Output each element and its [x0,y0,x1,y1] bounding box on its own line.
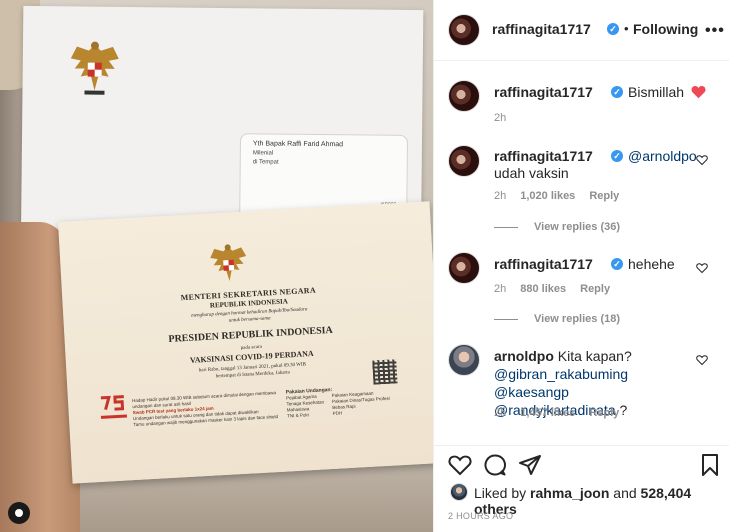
caption: raffinagita1717 [494,83,593,101]
card-dress-item: TNI & Polri [287,412,310,419]
view-replies-line [494,226,518,228]
verified-badge-icon: ✓ [607,23,619,35]
comment-mention[interactable]: @arnoldpo [628,147,697,165]
view-replies-label: View replies (36) [534,221,621,233]
comment-meta: 2h 1,457 likes Reply [494,407,633,419]
more-options-icon[interactable]: ••• [705,22,725,40]
comment-username: raffinagita1717 [494,255,593,273]
post-timestamp[interactable]: 2 HOURS AGO [448,511,513,521]
card-dress-col: Pakaian Keagamaan Pakaian Dinas/Tugas Pr… [332,390,391,417]
post-side-panel: raffinagita1717 ✓ • Following ••• raffin… [433,0,729,532]
save-bookmark-icon[interactable] [698,453,722,477]
comment-username-link[interactable]: raffinagita1717 [494,256,593,272]
liked-by-avatar[interactable] [450,483,468,501]
like-comment-heart-icon[interactable] [696,354,708,366]
envelope-line: di Tempat [252,159,279,166]
comment-likes[interactable]: 1,020 likes [520,190,575,202]
header-username[interactable]: raffinagita1717 [492,21,591,37]
comment-mention[interactable]: @kaesangp [494,384,569,400]
card-dress-col: Pejabat Agama Tenaga Kesehatan Mahasiswa… [286,393,325,419]
comment-text: hehehe [628,256,675,272]
reply-button[interactable]: Reply [580,283,610,295]
comment-username-link[interactable]: raffinagita1717 [494,148,593,164]
envelope-recipient: Yth Bapak Raffi Farid Ahmad [252,140,344,149]
like-heart-icon[interactable] [448,453,472,477]
comment-username: raffinagita1717 [494,147,593,165]
invitation-card: MENTERI SEKRETARIS NEGARA REPUBLIK INDON… [58,201,433,484]
post-header: raffinagita1717 ✓ • Following ••• [434,0,729,61]
caption-text: Bismillah [628,84,685,100]
comment-time: 2h [494,283,507,295]
caption-username[interactable]: raffinagita1717 [494,84,593,100]
post-actions: Liked by rahma_joon and 528,404 others 2… [434,445,729,532]
card-dress-code: Pakaian Undangan: Pejabat Agama Tenaga K… [286,383,407,420]
like-comment-heart-icon[interactable] [696,154,708,166]
comment-meta: 2h 1,020 likes Reply [494,190,633,202]
following-button[interactable]: Following [633,21,698,37]
garuda-emblem-icon [210,244,247,282]
reply-button[interactable]: Reply [589,190,619,202]
avatar[interactable] [448,344,480,376]
comment-bubble-icon[interactable] [483,453,507,477]
red-heart-emoji-icon [691,85,706,99]
like-comment-heart-icon[interactable] [696,262,708,274]
avatar[interactable] [448,252,480,284]
envelope-line: Milenial [252,150,274,157]
comment-username-link[interactable]: arnoldpo [494,348,554,364]
verified-badge-icon: ✓ [611,150,623,162]
comment-text: udah vaksin [494,165,569,181]
comment-likes[interactable]: 1,457 likes [520,407,575,419]
liked-by-prefix: Liked by [474,485,527,501]
share-paper-plane-icon[interactable] [518,453,542,477]
comment-time: 2h [494,190,507,202]
reply-button[interactable]: Reply [589,407,619,419]
comment-text: Kita kapan? [557,348,632,364]
card-notes: Hadap Hadir pukul 08.30 WIB sebelum acar… [132,390,283,428]
verified-badge-icon: ✓ [611,258,623,270]
tagged-user-dot [15,509,23,517]
tagged-user-icon[interactable] [8,502,30,524]
avatar[interactable] [448,145,480,177]
comment-likes[interactable]: 880 likes [520,283,566,295]
avatar[interactable] [448,14,480,46]
view-replies-button[interactable]: View replies (18) [494,313,620,325]
liked-by-user[interactable]: rahma_joon [530,485,609,501]
garuda-emblem-icon [70,41,119,95]
separator-dot: • [624,21,629,36]
view-replies-button[interactable]: View replies (36) [494,221,620,233]
comment-mention[interactable]: @gibran_rakabuming [494,366,628,382]
comment-meta: 2h 880 likes Reply [494,283,624,295]
qr-code-icon [372,359,398,385]
avatar[interactable] [448,80,480,112]
liked-by-and: and [613,485,637,501]
comment-time: 2h [494,407,507,419]
view-replies-label: View replies (18) [534,313,621,325]
verified-badge-icon: ✓ [611,86,623,98]
post-photo[interactable]: Yth Bapak Raffi Farid Ahmad Milenial di … [0,0,433,532]
view-replies-line [494,318,518,320]
caption-time: 2h [494,112,507,124]
indonesia-75-logo-icon [100,395,128,419]
